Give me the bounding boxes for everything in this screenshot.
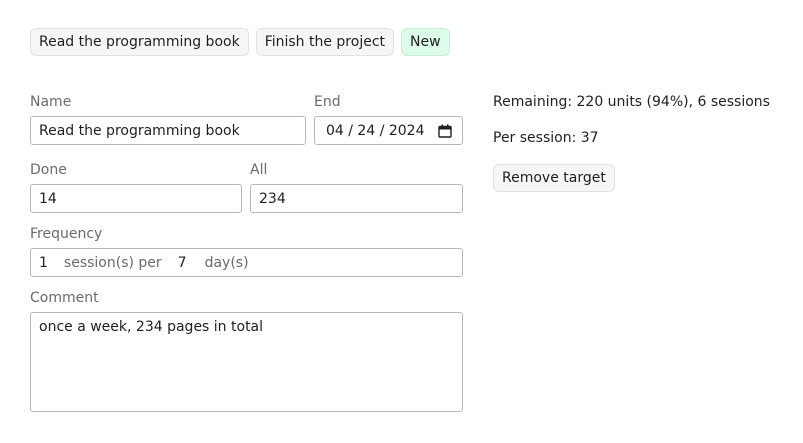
per-session-text: Per session: 37 — [493, 130, 599, 146]
days-unit-label: day(s) — [204, 254, 249, 271]
name-input[interactable]: Read the programming book — [30, 116, 306, 145]
done-input[interactable]: 14 — [30, 184, 242, 213]
days-input[interactable]: 7 — [178, 255, 187, 271]
remaining-text: Remaining: 220 units (94%), 6 sessions — [493, 94, 770, 110]
tab-read-the-programming-book[interactable]: Read the programming book — [30, 28, 249, 56]
all-label: All — [250, 162, 268, 178]
frequency-field: 1 session(s) per 7 day(s) — [30, 248, 463, 277]
end-date-value: 04 / 24 / 2024 — [326, 122, 425, 139]
comment-label: Comment — [30, 290, 99, 306]
end-label: End — [314, 94, 341, 110]
target-tabs: Read the programming book Finish the pro… — [30, 28, 450, 56]
sessions-unit-label: session(s) per — [63, 254, 162, 271]
tab-finish-the-project[interactable]: Finish the project — [255, 28, 395, 56]
done-label: Done — [30, 162, 67, 178]
name-label: Name — [30, 94, 72, 110]
comment-textarea[interactable]: once a week, 234 pages in total — [30, 312, 463, 412]
sessions-input[interactable]: 1 — [39, 255, 48, 271]
all-input[interactable]: 234 — [250, 184, 463, 213]
remove-target-button[interactable]: Remove target — [493, 164, 615, 192]
calendar-icon[interactable] — [438, 124, 452, 138]
end-date-input[interactable]: 04 / 24 / 2024 — [314, 116, 463, 145]
new-target-button[interactable]: New — [401, 28, 450, 56]
frequency-label: Frequency — [30, 226, 103, 242]
